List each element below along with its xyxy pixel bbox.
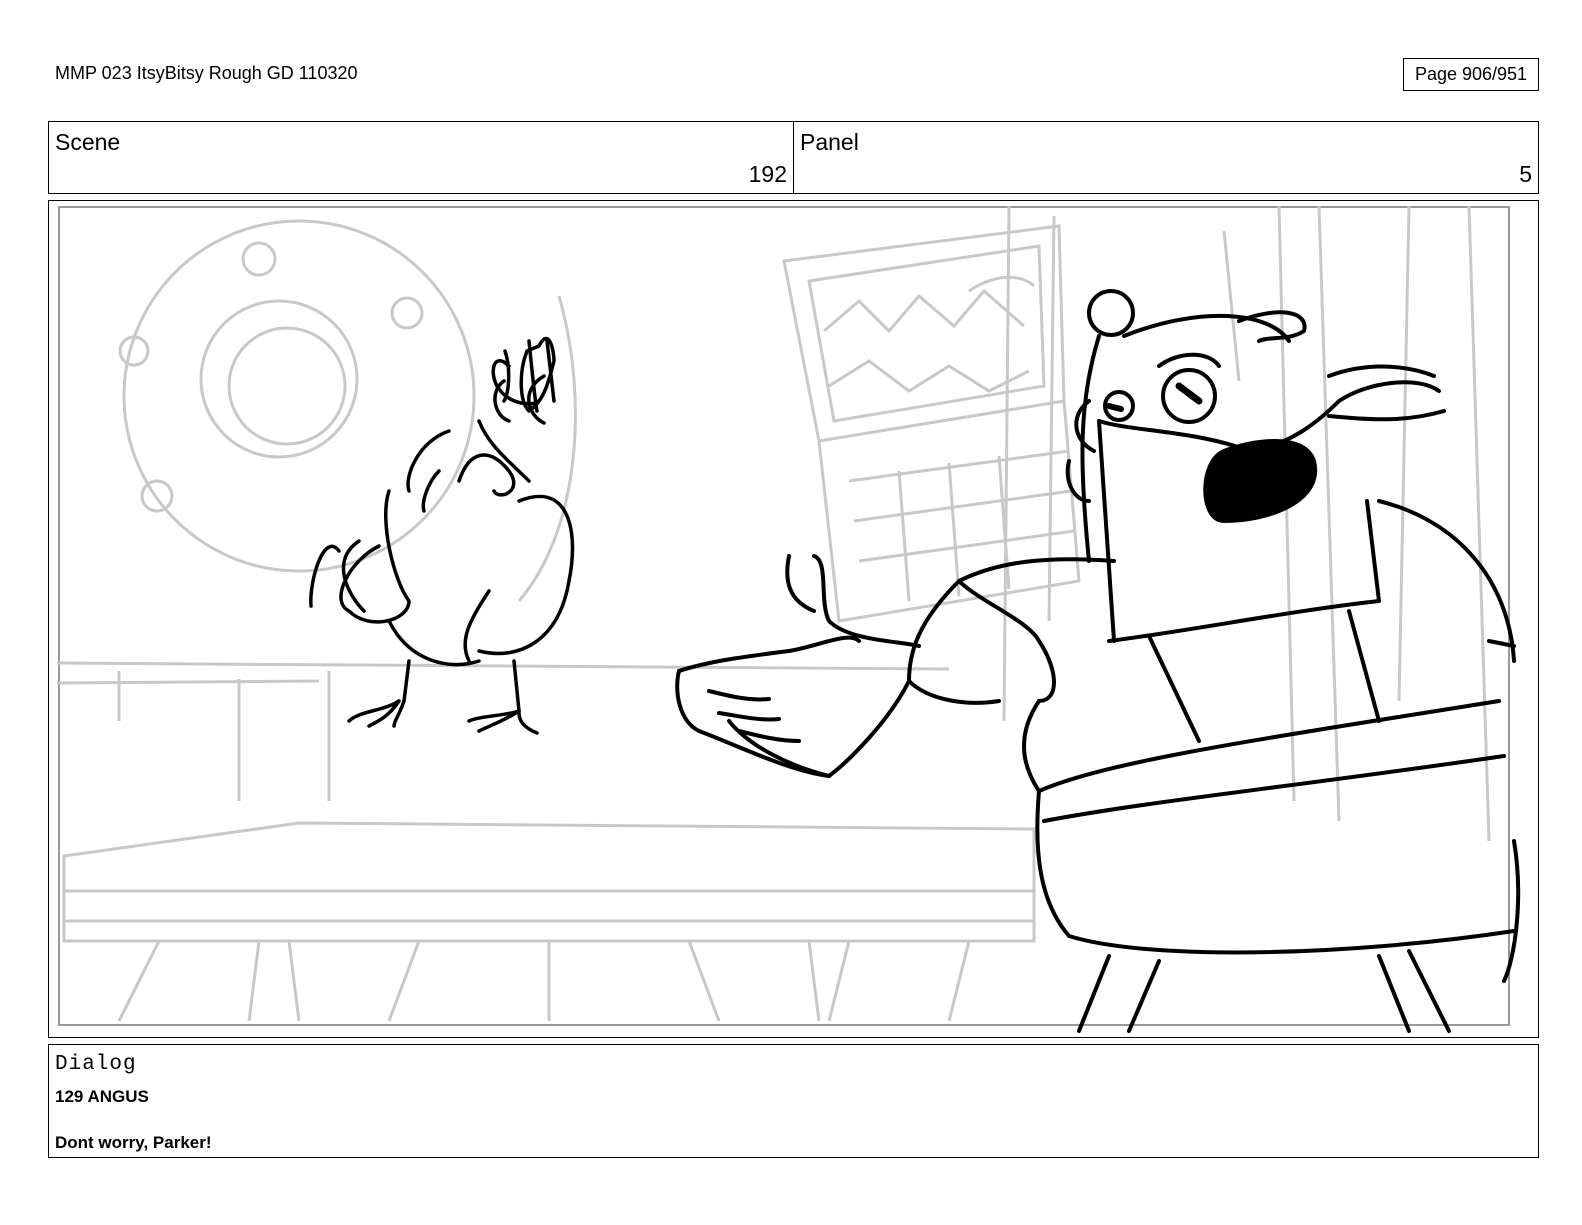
- scene-label: Scene: [55, 129, 121, 155]
- parker-leg-left: [402, 659, 411, 703]
- angus-mouth: [1203, 439, 1318, 523]
- porthole-inner: [199, 299, 359, 459]
- dialog-box: Dialog 129 ANGUS Dont worry, Parker!: [48, 1044, 1539, 1158]
- parker-body-front: [463, 589, 491, 663]
- page-indicator: Page 906/951: [1403, 58, 1539, 91]
- screen-outline: [782, 224, 1066, 443]
- angus-forearm: [827, 679, 911, 778]
- panel-cell: Panel 5: [793, 122, 1538, 193]
- document-title: MMP 023 ItsyBitsy Rough GD 110320: [55, 63, 358, 83]
- storyboard-frame: [48, 200, 1539, 1038]
- angus-arm-upper: [907, 579, 961, 683]
- angus-shoulder-left: [957, 557, 1116, 583]
- angus-belly: [1035, 789, 1516, 955]
- scene-panel-header: Scene 192 Panel 5: [48, 121, 1539, 194]
- dialog-line: Dont worry, Parker!: [55, 1133, 212, 1152]
- scene-cell: Scene 192: [49, 122, 793, 193]
- page-indicator-text: Page 906/951: [1414, 64, 1528, 84]
- dialog-label: Dialog: [55, 1053, 137, 1076]
- parker-bird-sketch: [309, 336, 575, 735]
- porthole-outer: [122, 219, 476, 573]
- table-outline: [62, 821, 1036, 943]
- parker-wing: [406, 429, 451, 493]
- scene-number: 192: [748, 161, 787, 187]
- angus-hat-pom: [1087, 289, 1135, 337]
- angus-hat-top: [1122, 313, 1291, 343]
- angus-belt-top: [1037, 699, 1501, 793]
- panel-number: 5: [1519, 161, 1532, 187]
- angus-beard: [1107, 499, 1381, 643]
- dialog-speaker: 129 ANGUS: [55, 1087, 149, 1106]
- storyboard-sketch: [56, 205, 1521, 1033]
- panel-label: Panel: [800, 129, 859, 155]
- angus-brow: [1157, 352, 1221, 368]
- angus-thumb: [785, 554, 816, 613]
- angus-face-left: [1097, 419, 1116, 643]
- parker-leg-right: [512, 659, 521, 713]
